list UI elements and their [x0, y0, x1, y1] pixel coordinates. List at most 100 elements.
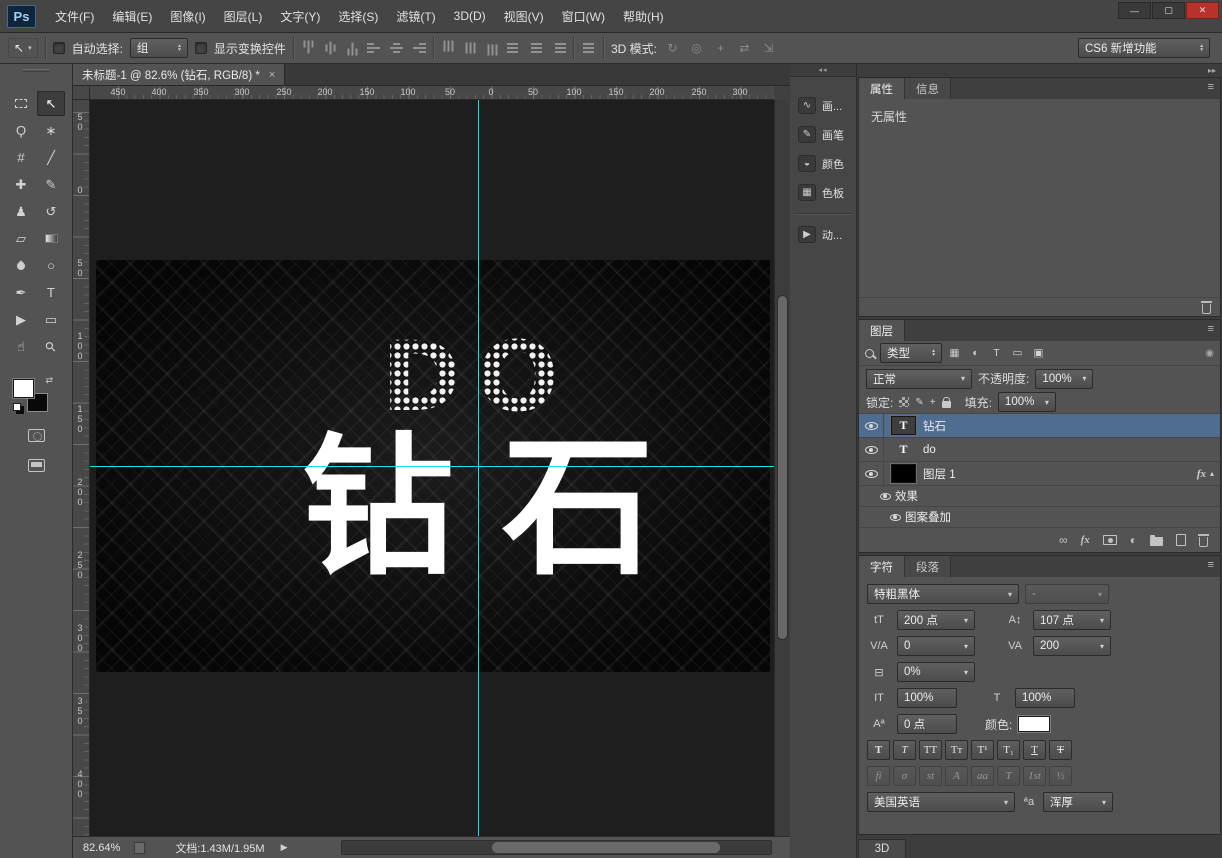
ligatures-button[interactable]: fi: [867, 766, 890, 786]
dodge-tool[interactable]: ○: [37, 253, 65, 278]
add-layer-mask-icon[interactable]: [1103, 535, 1117, 545]
rectangular-marquee-tool[interactable]: [7, 91, 35, 116]
baseline-shift-field[interactable]: 0 点: [897, 714, 957, 734]
kerning-dropdown[interactable]: 0: [897, 636, 975, 656]
horizontal-guide[interactable]: [90, 466, 774, 467]
filter-pixel-layers-icon[interactable]: ▦: [946, 345, 963, 361]
image-layer-thumbnail[interactable]: [891, 464, 916, 483]
alternates-button[interactable]: st: [919, 766, 942, 786]
anti-alias-dropdown[interactable]: 浑厚: [1043, 792, 1113, 812]
pen-tool[interactable]: ✒: [7, 280, 35, 305]
superscript-button[interactable]: T¹: [971, 740, 994, 760]
cs6-features-dropdown[interactable]: CS6 新增功能: [1078, 38, 1210, 58]
discretionary-ligatures-button[interactable]: σ: [893, 766, 916, 786]
menu-edit[interactable]: 编辑(E): [103, 0, 161, 33]
menu-layer[interactable]: 图层(L): [215, 0, 272, 33]
type-layer-thumbnail[interactable]: T: [891, 416, 916, 435]
visibility-cell[interactable]: [859, 438, 884, 461]
align-vertical-centers-icon[interactable]: [323, 41, 337, 56]
canvas-viewport[interactable]: DO 钻石: [90, 100, 774, 836]
3d-slide-icon[interactable]: ⇄: [736, 39, 753, 57]
layer-row-do[interactable]: T do: [859, 438, 1220, 462]
horizontal-scrollbar[interactable]: [341, 840, 772, 855]
horizontal-scrollbar-thumb[interactable]: [492, 842, 720, 853]
auto-select-dropdown[interactable]: 组: [130, 38, 188, 58]
visibility-cell[interactable]: [859, 462, 884, 485]
blend-mode-dropdown[interactable]: 正常: [866, 369, 972, 389]
dock-item-actions[interactable]: ▶ 动...: [790, 220, 856, 249]
layer-row-layer1[interactable]: 图层 1 fx▴: [859, 462, 1220, 486]
align-top-edges-icon[interactable]: [301, 41, 315, 56]
layer-row-zuanshi[interactable]: T 钻石: [859, 414, 1220, 438]
text-color-swatch[interactable]: [1018, 716, 1050, 732]
tab-paragraph[interactable]: 段落: [905, 556, 951, 577]
type-tool[interactable]: T: [37, 280, 65, 305]
oldstyle-button[interactable]: aa: [971, 766, 994, 786]
menu-3d[interactable]: 3D(D): [445, 0, 495, 33]
filter-adjustment-layers-icon[interactable]: ◐: [967, 345, 984, 361]
swash-button[interactable]: A: [945, 766, 968, 786]
auto-align-layers-icon[interactable]: [581, 41, 596, 55]
menu-view[interactable]: 视图(V): [495, 0, 553, 33]
new-layer-icon[interactable]: [1176, 534, 1186, 546]
align-left-edges-icon[interactable]: [367, 41, 382, 55]
3d-scale-icon[interactable]: ⇲: [760, 39, 777, 57]
menu-file[interactable]: 文件(F): [46, 0, 103, 33]
layer-row-effects[interactable]: 效果: [859, 486, 1220, 507]
dock-item-brush-presets[interactable]: ∿ 画...: [790, 91, 856, 120]
dock-item-swatches[interactable]: ▦ 色板: [790, 178, 856, 207]
vertical-scrollbar-thumb[interactable]: [777, 295, 788, 640]
lock-all-icon[interactable]: [942, 401, 951, 408]
tab-info[interactable]: 信息: [905, 78, 951, 99]
faux-bold-button[interactable]: T: [867, 740, 890, 760]
layer-style-icon[interactable]: fx: [1081, 534, 1090, 546]
clone-stamp-tool[interactable]: ♟: [7, 199, 35, 224]
faux-italic-button[interactable]: T: [893, 740, 916, 760]
fractions-button[interactable]: ½: [1049, 766, 1072, 786]
panel-menu-icon[interactable]: ≡: [1208, 323, 1214, 335]
filter-smart-objects-icon[interactable]: ▣: [1030, 345, 1047, 361]
vertical-scrollbar[interactable]: [774, 100, 790, 836]
visibility-cell[interactable]: [875, 486, 895, 506]
align-right-edges-icon[interactable]: [411, 41, 426, 55]
maximize-button[interactable]: ▢: [1152, 2, 1185, 19]
leading-dropdown[interactable]: 107 点: [1033, 610, 1111, 630]
distribute-horizontal-centers-icon[interactable]: [529, 41, 544, 55]
lasso-tool[interactable]: Ϙ: [7, 118, 35, 143]
brush-tool[interactable]: ✎: [37, 172, 65, 197]
distribute-left-edges-icon[interactable]: [507, 41, 522, 55]
dock-expand-arrows-icon[interactable]: ▸▸: [1208, 66, 1216, 75]
align-horizontal-centers-icon[interactable]: [389, 41, 404, 55]
trash-icon[interactable]: [1202, 304, 1211, 314]
tab-properties[interactable]: 属性: [859, 78, 905, 99]
panel-menu-icon[interactable]: ≡: [1208, 81, 1214, 93]
layer-name[interactable]: 钻石: [923, 418, 946, 434]
tracking-dropdown[interactable]: 200: [1033, 636, 1111, 656]
opacity-dropdown[interactable]: 100%: [1035, 369, 1093, 389]
blur-tool[interactable]: [7, 253, 35, 278]
underline-button[interactable]: T: [1023, 740, 1046, 760]
screen-mode-button[interactable]: [23, 455, 49, 475]
lock-transparent-pixels-icon[interactable]: [899, 397, 909, 407]
zoom-level-field[interactable]: 82.64%: [83, 842, 120, 854]
lock-image-pixels-icon[interactable]: ✎: [915, 397, 923, 408]
layer-name[interactable]: do: [923, 444, 936, 456]
minimize-button[interactable]: —: [1118, 2, 1151, 19]
menu-type[interactable]: 文字(Y): [271, 0, 329, 33]
rectangle-tool[interactable]: ▭: [37, 307, 65, 332]
eraser-tool[interactable]: ▱: [7, 226, 35, 251]
tsume-dropdown[interactable]: 0%: [897, 662, 975, 682]
dock-item-color[interactable]: ◒ 颜色: [790, 149, 856, 178]
subscript-button[interactable]: T₁: [997, 740, 1020, 760]
menu-help[interactable]: 帮助(H): [614, 0, 673, 33]
delete-layer-icon[interactable]: [1199, 537, 1208, 547]
menu-window[interactable]: 窗口(W): [553, 0, 614, 33]
history-brush-tool[interactable]: ↺: [37, 199, 65, 224]
panel-menu-icon[interactable]: ≡: [1208, 559, 1214, 571]
effects-label[interactable]: 效果: [895, 488, 918, 504]
visibility-cell[interactable]: [859, 414, 884, 437]
close-button[interactable]: ✕: [1186, 2, 1219, 19]
layer-row-pattern-overlay[interactable]: 图案叠加: [859, 507, 1220, 528]
menu-select[interactable]: 选择(S): [329, 0, 387, 33]
crop-tool[interactable]: #: [7, 145, 35, 170]
